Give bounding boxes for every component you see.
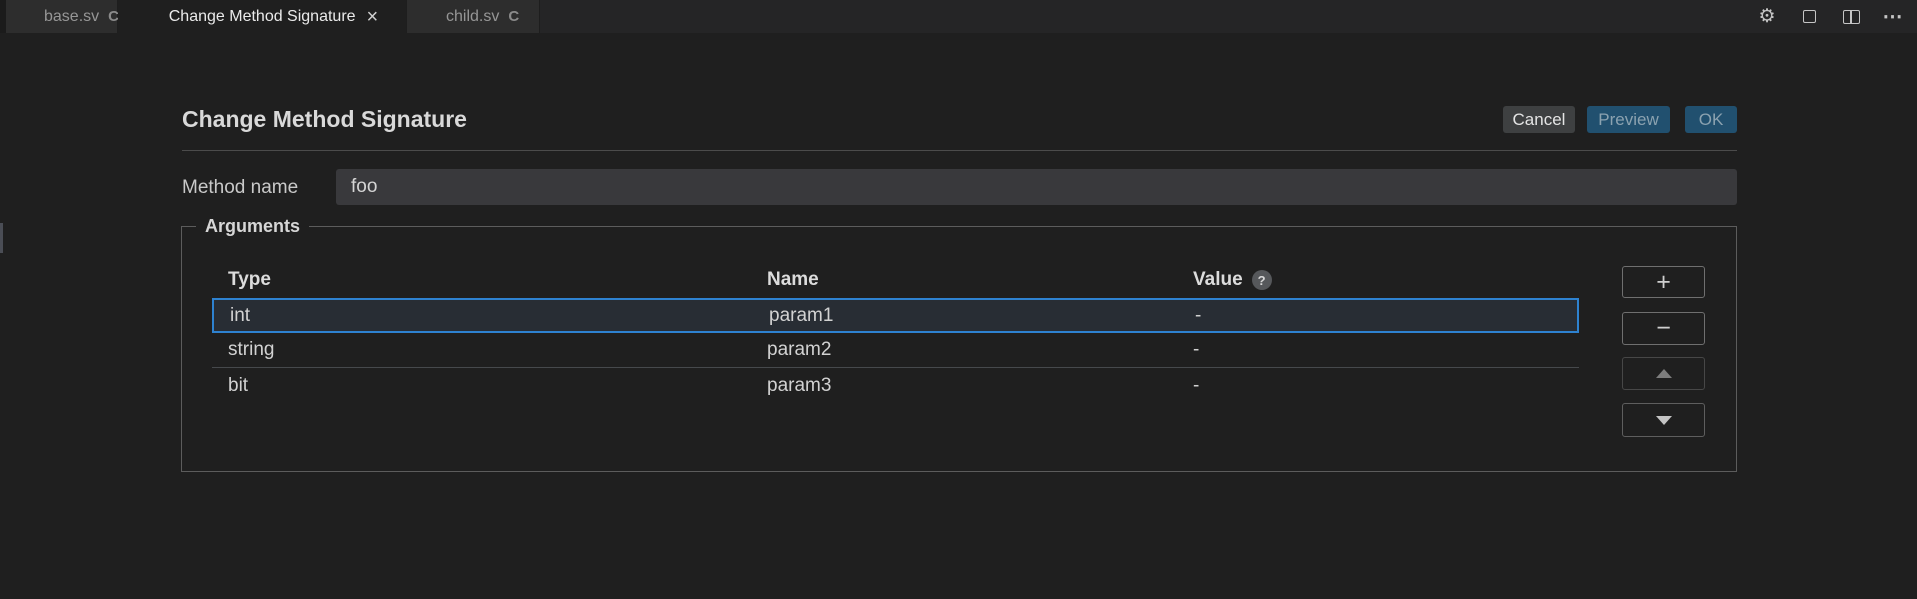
- method-name-label: Method name: [182, 177, 299, 198]
- cell-name: param1: [769, 304, 834, 326]
- split-editor-icon[interactable]: [1841, 7, 1861, 27]
- file-lines-icon: [21, 10, 36, 23]
- file-lines-icon: [423, 10, 438, 23]
- method-name-input[interactable]: [336, 169, 1737, 205]
- title-divider: [182, 150, 1737, 151]
- close-tab-icon[interactable]: ×: [367, 7, 379, 27]
- cell-type: int: [230, 304, 251, 326]
- cell-name: param3: [767, 374, 832, 396]
- editor-tab-bar: base.sv C Change Method Signature × chil…: [0, 0, 1917, 33]
- preview-button[interactable]: Preview: [1587, 106, 1670, 133]
- cell-type: bit: [228, 374, 249, 396]
- table-header-row: Type Name Value ?: [212, 262, 1579, 298]
- value-help-icon[interactable]: ?: [1251, 270, 1272, 290]
- more-actions-icon[interactable]: ⋯: [1883, 6, 1903, 28]
- tab-child-sv[interactable]: child.sv C: [407, 0, 540, 33]
- table-row[interactable]: string param2 -: [212, 333, 1579, 368]
- column-header-name: Name: [767, 269, 819, 290]
- editor-actions: ⚙ ⋯: [1757, 0, 1903, 33]
- tab-change-method-signature[interactable]: Change Method Signature ×: [118, 0, 407, 33]
- editor-window: base.sv C Change Method Signature × chil…: [0, 0, 1917, 599]
- cell-value: -: [1193, 374, 1200, 396]
- tab-label: child.sv: [446, 7, 500, 25]
- tab-language-badge: C: [508, 8, 520, 25]
- tab-label: base.sv: [44, 7, 100, 25]
- triangle-up-icon: [1655, 369, 1672, 378]
- column-header-type: Type: [228, 269, 271, 290]
- arguments-table: Type Name Value ? int param1 - string pa…: [212, 262, 1579, 403]
- cell-value: -: [1193, 339, 1200, 360]
- cell-value: -: [1195, 304, 1202, 326]
- column-header-value: Value ?: [1177, 269, 1579, 291]
- cancel-button[interactable]: Cancel: [1503, 106, 1575, 133]
- cell-type: string: [228, 339, 275, 360]
- tab-label: Change Method Signature: [168, 7, 356, 25]
- arguments-legend: Arguments: [205, 216, 301, 236]
- ok-button[interactable]: OK: [1685, 106, 1737, 133]
- table-row[interactable]: int param1 -: [212, 298, 1579, 333]
- file-lines-icon: [146, 10, 161, 23]
- page-title: Change Method Signature: [182, 106, 467, 132]
- triangle-down-icon: [1655, 415, 1672, 425]
- scroll-indicator: [0, 223, 3, 253]
- move-up-button[interactable]: [1622, 357, 1705, 390]
- cell-name: param2: [767, 339, 832, 360]
- table-row[interactable]: bit param3 -: [212, 368, 1579, 403]
- add-argument-button[interactable]: +: [1622, 266, 1705, 298]
- tab-base-sv[interactable]: base.sv C: [6, 0, 119, 33]
- move-down-button[interactable]: [1622, 403, 1705, 437]
- layout-square-icon[interactable]: [1799, 7, 1819, 27]
- remove-argument-button[interactable]: −: [1622, 312, 1705, 345]
- settings-gear-icon[interactable]: ⚙: [1757, 7, 1777, 27]
